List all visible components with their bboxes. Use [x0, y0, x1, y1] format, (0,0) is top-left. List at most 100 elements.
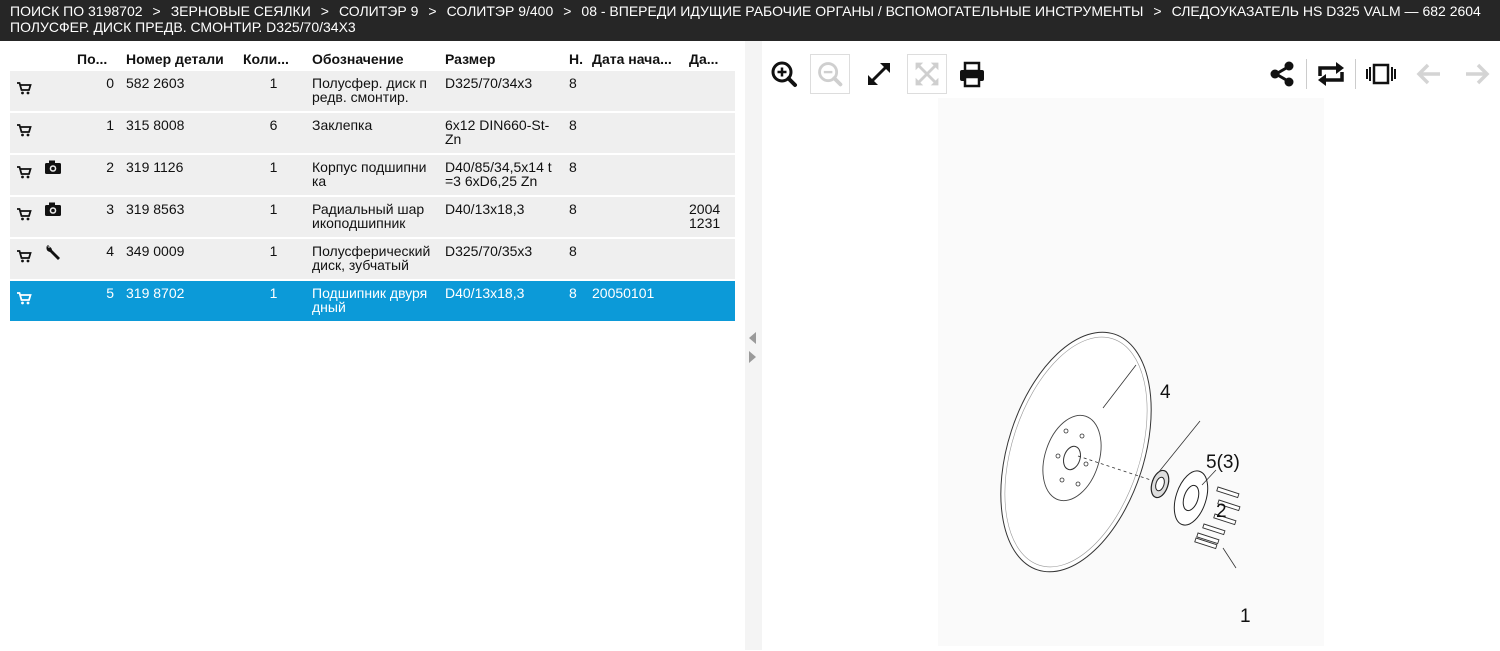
add-to-cart-button[interactable] — [10, 71, 38, 111]
breadcrumb-item-category[interactable]: ЗЕРНОВЫЕ СЕЯЛКИ — [171, 3, 311, 19]
column-header-date-end[interactable]: Да... — [685, 43, 735, 69]
add-to-cart-button[interactable] — [10, 113, 38, 153]
column-header-designation[interactable]: Обозначение — [308, 43, 441, 69]
column-header-size[interactable]: Размер — [441, 43, 565, 69]
callout-2[interactable]: 2 — [1216, 501, 1227, 522]
add-to-cart-button[interactable] — [10, 155, 38, 195]
breadcrumb-separator: > — [563, 3, 572, 19]
row-date-end — [685, 239, 735, 279]
row-size: D40/85/34,5x14 t =3 6xD6,25 Zn — [441, 155, 565, 195]
row-date-end — [685, 155, 735, 195]
row-position: 5 — [73, 281, 122, 321]
row-quantity: 6 — [239, 113, 308, 153]
table-row[interactable]: 3 319 8563 1 Радиальный шар икоподшипник D40… — [10, 197, 735, 237]
next-button[interactable] — [1457, 54, 1497, 94]
row-date-start — [588, 71, 685, 111]
column-header-date-start[interactable]: Дата нача... — [588, 43, 685, 69]
row-date-end — [685, 113, 735, 153]
table-row[interactable]: 5 319 8702 1 Подшипник двуря дный D40/13x18,… — [10, 281, 735, 321]
row-part-number: 582 2603 — [122, 71, 239, 111]
row-designation: Заклепка — [308, 113, 441, 153]
parts-table: По... Номер детали Коли... Обозначение Р… — [10, 41, 735, 323]
breadcrumb-item-group[interactable]: 08 - ВПЕРЕДИ ИДУЩИЕ РАБОЧИЕ ОРГАНЫ / ВСП… — [581, 3, 1143, 19]
table-row[interactable]: 2 319 1126 1 Корпус подшипни ка D40/85/34,5x… — [10, 155, 735, 195]
wrench-icon[interactable] — [44, 245, 62, 265]
row-part-number: 319 8563 — [122, 197, 239, 237]
row-position: 4 — [73, 239, 122, 279]
camera-icon[interactable] — [44, 202, 62, 219]
row-date-end: 2004 1231 — [685, 197, 735, 237]
row-part-number: 315 8008 — [122, 113, 239, 153]
panel-splitter[interactable] — [745, 41, 762, 650]
table-row[interactable]: 1 315 8008 6 Заклепка 6x12 DIN660-St-Zn 8 — [10, 113, 735, 153]
row-designation: Радиальный шар икоподшипник — [308, 197, 441, 237]
table-header-row: По... Номер детали Коли... Обозначение Р… — [10, 43, 735, 69]
row-quantity: 1 — [239, 155, 308, 195]
row-n: 8 — [565, 71, 588, 111]
add-to-cart-button[interactable] — [10, 197, 38, 237]
row-size: D40/13x18,3 — [441, 197, 565, 237]
column-header-n[interactable]: Н. — [565, 43, 588, 69]
fit-screen-icon — [915, 62, 939, 86]
table-row[interactable]: 4 349 0009 1 Полусферический диск, зубчатый… — [10, 239, 735, 279]
breadcrumb-item-variant[interactable]: СОЛИТЭР 9/400 — [447, 3, 554, 19]
row-size: 6x12 DIN660-St-Zn — [441, 113, 565, 153]
zoom-out-icon — [818, 62, 843, 87]
row-date-end — [685, 281, 735, 321]
breadcrumb-item-model[interactable]: СОЛИТЭР 9 — [339, 3, 418, 19]
row-part-number: 319 8702 — [122, 281, 239, 321]
breadcrumb-separator: > — [428, 3, 437, 19]
row-n: 8 — [565, 155, 588, 195]
cart-icon — [16, 82, 32, 98]
zoom-out-button[interactable] — [810, 54, 850, 94]
breadcrumb-item-assembly[interactable]: СЛЕДОУКАЗАТЕЛЬ HS D325 VALM — 682 2604 — [1172, 3, 1481, 19]
row-quantity: 1 — [239, 71, 308, 111]
collapse-right-icon[interactable] — [749, 351, 756, 363]
callout-5[interactable]: 5(3) — [1206, 452, 1240, 473]
camera-icon[interactable] — [44, 160, 62, 177]
swap-button[interactable] — [1311, 54, 1351, 94]
add-to-cart-button[interactable] — [10, 239, 38, 279]
previous-button[interactable] — [1409, 54, 1449, 94]
row-media-cell — [38, 113, 73, 153]
cart-icon — [16, 208, 32, 224]
row-part-number: 349 0009 — [122, 239, 239, 279]
toolbar-divider — [1355, 59, 1356, 89]
row-size: D325/70/34x3 — [441, 71, 565, 111]
share-button[interactable] — [1262, 54, 1302, 94]
zoom-in-button[interactable] — [764, 54, 804, 94]
fit-to-screen-button[interactable] — [907, 54, 947, 94]
breadcrumb-separator: > — [1153, 3, 1162, 19]
row-n: 8 — [565, 197, 588, 237]
breadcrumb-item-search[interactable]: ПОИСК ПО 3198702 — [10, 3, 143, 19]
row-n: 8 — [565, 113, 588, 153]
callout-1[interactable]: 1 — [1240, 606, 1251, 627]
column-header-quantity[interactable]: Коли... — [239, 43, 308, 69]
disc-assembly-illustration: 4 5(3) 2 1 — [1000, 331, 1251, 627]
parts-list-panel: По... Номер детали Коли... Обозначение Р… — [0, 41, 745, 650]
exploded-view-drawing[interactable]: 4 5(3) 2 1 — [938, 98, 1324, 646]
share-icon — [1270, 61, 1294, 87]
row-media-cell — [38, 281, 73, 321]
row-media-cell — [38, 239, 73, 279]
row-n: 8 — [565, 239, 588, 279]
cart-icon — [16, 250, 32, 266]
column-header-part-number[interactable]: Номер детали — [122, 43, 239, 69]
expand-icon — [868, 63, 890, 85]
row-date-start — [588, 113, 685, 153]
carousel-button[interactable] — [1361, 54, 1401, 94]
print-icon — [960, 61, 984, 88]
print-button[interactable] — [952, 54, 992, 94]
add-to-cart-button[interactable] — [10, 281, 38, 321]
expand-button[interactable] — [859, 54, 899, 94]
column-header-position[interactable]: По... — [73, 43, 122, 69]
callout-4[interactable]: 4 — [1160, 382, 1171, 403]
table-row[interactable]: 0 582 2603 1 Полусфер. диск п редв. смонтир… — [10, 71, 735, 111]
cart-icon — [16, 166, 32, 182]
row-designation: Полусферический диск, зубчатый — [308, 239, 441, 279]
row-date-start — [588, 155, 685, 195]
row-quantity: 1 — [239, 197, 308, 237]
breadcrumb-separator: > — [320, 3, 329, 19]
row-size: D325/70/35x3 — [441, 239, 565, 279]
collapse-left-icon[interactable] — [749, 332, 756, 344]
